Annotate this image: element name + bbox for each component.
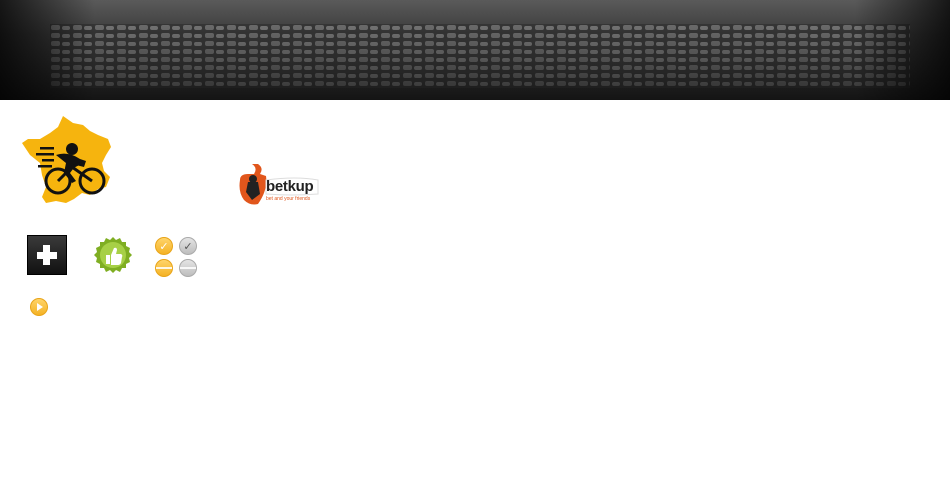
header-banner	[0, 0, 950, 100]
check-yellow-icon[interactable]: ✓	[155, 237, 173, 255]
play-button[interactable]	[30, 298, 48, 316]
like-badge-button[interactable]	[93, 236, 133, 276]
betkup-tagline: bet and your friends	[266, 196, 311, 202]
betkup-brand-text: betkup	[266, 178, 314, 195]
france-cyclist-logo	[22, 116, 111, 203]
betkup-logo[interactable]: betkup bet and your friends	[236, 160, 322, 208]
minus-yellow-icon[interactable]	[155, 259, 173, 277]
check-gray-icon[interactable]: ✓	[179, 237, 197, 255]
minus-gray-icon[interactable]	[179, 259, 197, 277]
cobblestone-road-image	[50, 24, 910, 88]
add-button[interactable]	[27, 235, 67, 275]
status-indicator-group: ✓ ✓	[154, 236, 200, 278]
